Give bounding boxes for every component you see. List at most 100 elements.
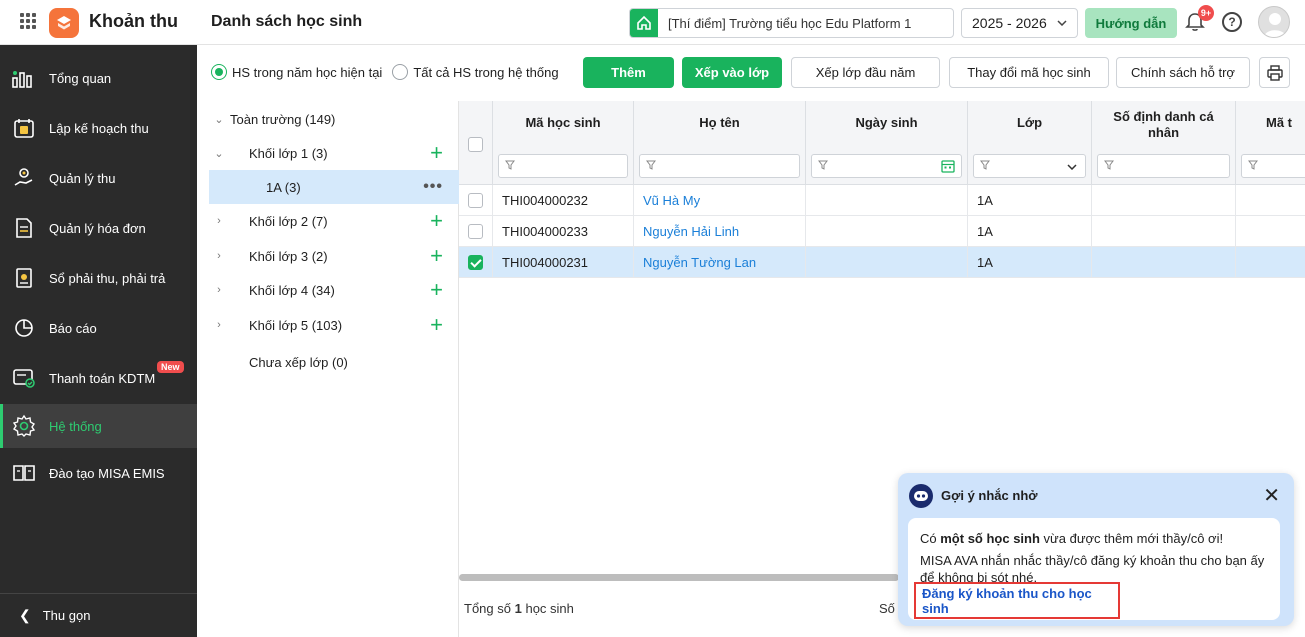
column-header: Ngày sinh: [855, 115, 918, 130]
school-year-value: 2025 - 2026: [972, 15, 1047, 31]
tree-root-label: Toàn trường (149): [230, 111, 336, 127]
sidebar-item-overview[interactable]: Tổng quan: [0, 56, 197, 100]
chevron-right-icon[interactable]: ›: [211, 250, 227, 262]
sidebar-item-label: Lập kế hoạch thu: [49, 120, 149, 136]
filter-birth-date[interactable]: [811, 154, 962, 178]
avatar[interactable]: [1258, 6, 1290, 38]
filter-full-name[interactable]: [639, 154, 800, 178]
register-fee-link[interactable]: Đăng ký khoản thu cho học sinh: [914, 582, 1120, 619]
add-class-icon[interactable]: +: [430, 210, 443, 232]
radio-all-students-label[interactable]: Tất cả HS trong hệ thống: [413, 65, 558, 80]
table-row[interactable]: THI004000232 Vũ Hà My 1A: [459, 185, 1305, 216]
radio-current-year[interactable]: [211, 64, 227, 80]
school-name: [Thí điểm] Trường tiểu học Edu Platform …: [668, 15, 912, 31]
tree-root[interactable]: ⌄ Toàn trường (149): [209, 102, 459, 136]
column-personal-id: Số định danh cá nhân: [1092, 101, 1236, 185]
sidebar-item-training[interactable]: Đào tạo MISA EMIS: [0, 451, 197, 495]
chevron-right-icon[interactable]: ›: [211, 215, 227, 227]
chevron-down-icon[interactable]: [1067, 164, 1077, 170]
help-icon[interactable]: ?: [1222, 12, 1242, 32]
cell-full-name[interactable]: Vũ Hà My: [634, 185, 806, 216]
school-selector[interactable]: [Thí điểm] Trường tiểu học Edu Platform …: [629, 8, 954, 38]
column-full-name: Họ tên: [634, 101, 806, 185]
app-grid-icon[interactable]: [20, 13, 36, 29]
print-button[interactable]: [1259, 57, 1290, 88]
tree-grade-label: Khối lớp 1 (3): [249, 145, 328, 161]
add-button[interactable]: Thêm: [583, 57, 674, 88]
sidebar-item-plan[interactable]: Lập kế hoạch thu: [0, 106, 197, 150]
filter-icon: [505, 160, 515, 170]
collapse-sidebar-button[interactable]: ❮ Thu gọn: [0, 593, 197, 637]
tree-class-1a[interactable]: 1A (3) •••: [209, 170, 459, 204]
column-header: Lớp: [1016, 115, 1043, 130]
sidebar-item-report[interactable]: Báo cáo: [0, 306, 197, 350]
column-header: Mã học sinh: [525, 115, 601, 130]
close-icon[interactable]: ✕: [1263, 483, 1280, 508]
radio-current-year-label[interactable]: HS trong năm học hiện tại: [232, 65, 382, 80]
select-all-column: [459, 101, 493, 185]
radio-all-students[interactable]: [392, 64, 409, 80]
invoice-icon: [11, 217, 37, 239]
row-select-cell: [459, 185, 493, 216]
cell-full-name[interactable]: Nguyễn Hải Linh: [634, 216, 806, 247]
support-policy-button[interactable]: Chính sách hỗ trợ: [1116, 57, 1250, 88]
filter-icon: [1104, 160, 1114, 170]
row-checkbox[interactable]: [468, 255, 483, 270]
cell-personal-id: [1092, 216, 1236, 247]
class-tree: ⌄ Toàn trường (149) ⌄ Khối lớp 1 (3) + 1…: [209, 101, 459, 637]
tree-grade-1[interactable]: ⌄ Khối lớp 1 (3) +: [209, 136, 459, 170]
chevron-down-icon[interactable]: ⌄: [211, 147, 227, 160]
sidebar: Tổng quan Lập kế hoạch thu Quản lý thu Q…: [0, 45, 197, 637]
filter-student-code[interactable]: [498, 154, 628, 178]
filter-truncated[interactable]: [1241, 154, 1305, 178]
cell-class: 1A: [968, 216, 1092, 247]
select-all-checkbox[interactable]: [468, 137, 483, 152]
sidebar-item-collect[interactable]: Quản lý thu: [0, 156, 197, 200]
tree-unassigned[interactable]: Chưa xếp lớp (0): [209, 345, 459, 379]
row-checkbox[interactable]: [468, 224, 483, 239]
tree-grade-3[interactable]: › Khối lớp 3 (2) +: [209, 239, 459, 273]
column-truncated: Mã t: [1236, 101, 1305, 185]
row-checkbox[interactable]: [468, 193, 483, 208]
reminder-popup: Gợi ý nhắc nhở ✕ Có một số học sinh vừa …: [898, 473, 1294, 626]
chevron-right-icon[interactable]: ›: [211, 319, 227, 331]
cell-birth-date: [806, 247, 968, 278]
table-row[interactable]: THI004000231 Nguyễn Tường Lan 1A: [459, 247, 1305, 278]
filter-personal-id[interactable]: [1097, 154, 1230, 178]
sidebar-item-label: Quản lý thu: [49, 170, 116, 186]
more-options-icon[interactable]: •••: [423, 178, 443, 196]
change-student-code-button[interactable]: Thay đổi mã học sinh: [949, 57, 1109, 88]
horizontal-scrollbar[interactable]: [459, 574, 899, 581]
calendar-icon[interactable]: [941, 159, 955, 173]
assign-class-button[interactable]: Xếp vào lớp: [682, 57, 782, 88]
dashboard-icon: [11, 67, 37, 89]
gear-icon: [11, 414, 37, 437]
sidebar-item-label: Quản lý hóa đơn: [49, 220, 146, 236]
sidebar-item-ledger[interactable]: Sổ phải thu, phải trả: [0, 256, 197, 300]
tree-grade-2[interactable]: › Khối lớp 2 (7) +: [209, 204, 459, 238]
tree-grade-label: Khối lớp 5 (103): [249, 317, 343, 333]
school-year-select[interactable]: 2025 - 2026: [961, 8, 1078, 38]
sidebar-item-system[interactable]: Hệ thống: [0, 404, 197, 448]
filter-class[interactable]: [973, 154, 1086, 178]
tree-grade-5[interactable]: › Khối lớp 5 (103) +: [209, 308, 459, 342]
sidebar-item-payment[interactable]: Thanh toán KDTM New: [0, 356, 197, 400]
assign-start-year-button[interactable]: Xếp lớp đầu năm: [791, 57, 940, 88]
app-name: Khoản thu: [89, 11, 178, 31]
add-class-icon[interactable]: +: [430, 314, 443, 336]
chevron-right-icon[interactable]: ›: [211, 284, 227, 296]
add-class-icon[interactable]: +: [430, 245, 443, 267]
table-header: Mã học sinh Họ tên Ngày sinh Lớp Số định…: [459, 101, 1305, 185]
sidebar-item-invoice[interactable]: Quản lý hóa đơn: [0, 206, 197, 250]
total-suffix: học sinh: [525, 601, 574, 616]
guide-button[interactable]: Hướng dẫn: [1085, 8, 1177, 38]
chevron-down-icon[interactable]: ⌄: [211, 113, 227, 126]
add-class-icon[interactable]: +: [430, 142, 443, 164]
tree-grade-4[interactable]: › Khối lớp 4 (34) +: [209, 273, 459, 307]
table-row[interactable]: THI004000233 Nguyễn Hải Linh 1A: [459, 216, 1305, 247]
column-header: Họ tên: [699, 115, 740, 130]
book-icon: [11, 462, 37, 484]
cell-full-name[interactable]: Nguyễn Tường Lan: [634, 247, 806, 278]
add-class-icon[interactable]: +: [430, 279, 443, 301]
cell-student-code: THI004000232: [493, 185, 634, 216]
